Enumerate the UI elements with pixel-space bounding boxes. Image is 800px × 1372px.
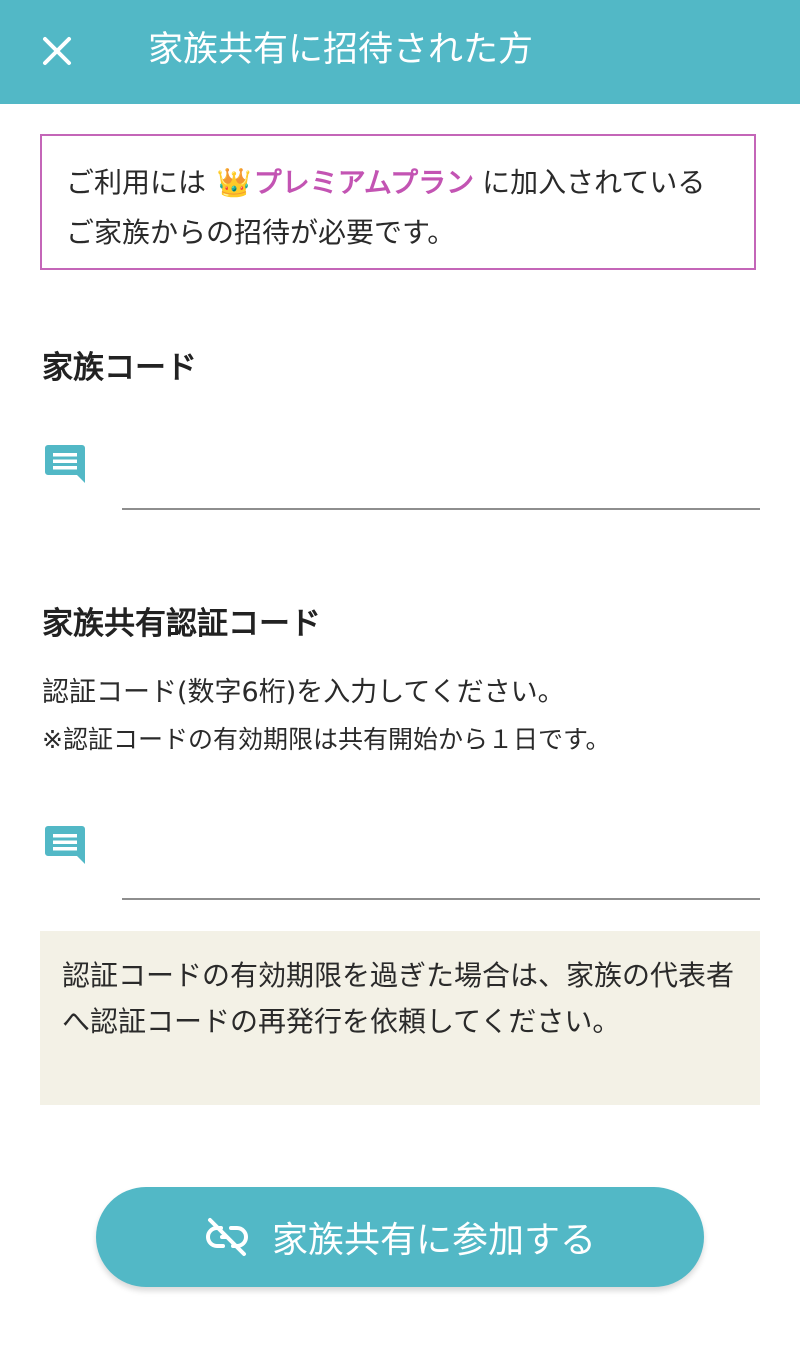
- link-off-icon: [206, 1218, 248, 1256]
- close-button[interactable]: [28, 22, 86, 80]
- family-code-input[interactable]: [122, 462, 760, 510]
- premium-notice: ご利用には 👑プレミアムプラン に加入されているご家族からの招待が必要です。: [40, 134, 756, 270]
- expiry-notice: 認証コードの有効期限を過ぎた場合は、家族の代表者へ認証コードの再発行を依頼してく…: [40, 931, 760, 1105]
- auth-code-input[interactable]: [122, 852, 760, 900]
- crown-icon: 👑: [216, 166, 252, 199]
- auth-code-expiry-note: ※認証コードの有効期限は共有開始から１日です。: [42, 725, 611, 754]
- join-family-sharing-button[interactable]: 家族共有に参加する: [96, 1187, 704, 1287]
- close-icon: [43, 37, 71, 65]
- auth-code-description: 認証コード(数字6桁)を入力してください。: [42, 677, 565, 708]
- auth-code-label: 家族共有認証コード: [42, 606, 321, 642]
- premium-plan-name: プレミアムプラン: [253, 166, 475, 199]
- message-icon: [45, 826, 85, 864]
- message-icon: [45, 445, 85, 483]
- join-button-label: 家族共有に参加する: [271, 1220, 596, 1261]
- app-bar: 家族共有に招待された方: [0, 0, 800, 104]
- premium-notice-text-before: ご利用には: [66, 166, 215, 199]
- page-title: 家族共有に招待された方: [148, 30, 534, 70]
- family-code-label: 家族コード: [42, 350, 197, 386]
